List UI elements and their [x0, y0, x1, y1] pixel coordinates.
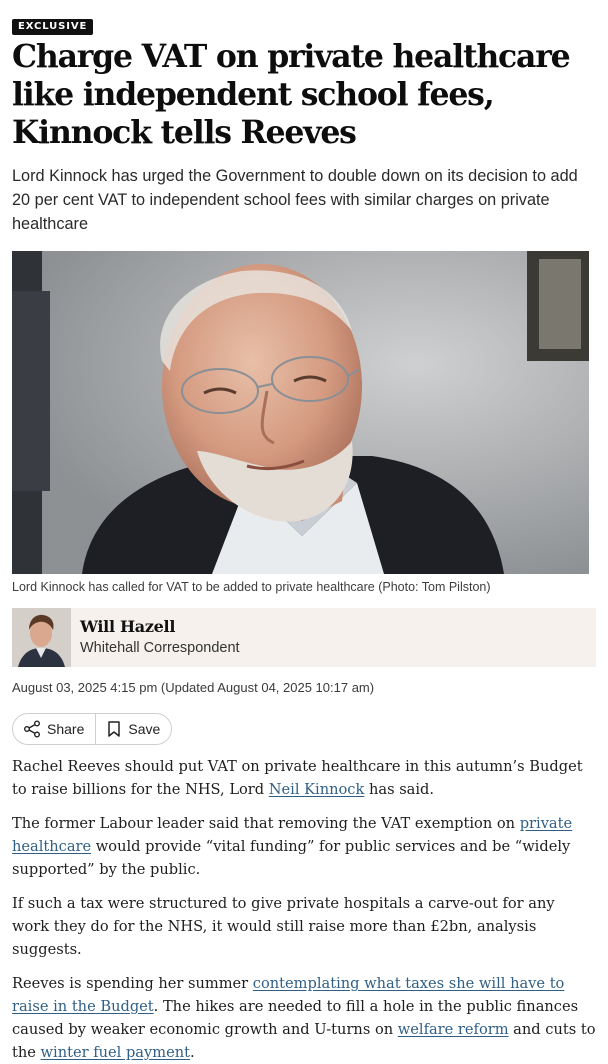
link-welfare-reform[interactable]: welfare reform [398, 1021, 509, 1038]
author-avatar[interactable] [12, 608, 71, 667]
author-card[interactable]: Will Hazell Whitehall Correspondent [12, 608, 596, 667]
link-winter-fuel-payment[interactable]: winter fuel payment [41, 1044, 190, 1061]
text: Reeves is spending her summer [12, 975, 253, 992]
body-paragraph-2: The former Labour leader said that remov… [12, 812, 596, 881]
text: has said. [364, 781, 435, 798]
share-label: Share [47, 721, 85, 737]
article: EXCLUSIVE Charge VAT on private healthca… [0, 0, 608, 1064]
body-paragraph-3: If such a tax were structured to give pr… [12, 895, 555, 958]
article-headline: Charge VAT on private healthcare like in… [12, 38, 571, 151]
save-label: Save [128, 721, 161, 737]
body-paragraph-1: Rachel Reeves should put VAT on private … [12, 755, 596, 801]
article-standfirst: Lord Kinnock has urged the Government to… [12, 167, 578, 233]
exclusive-badge: EXCLUSIVE [12, 19, 94, 35]
share-button[interactable]: Share [13, 714, 95, 744]
photo-caption: Lord Kinnock has called for VAT to be ad… [12, 580, 491, 594]
text: The former Labour leader said that remov… [12, 815, 520, 832]
link-neil-kinnock[interactable]: Neil Kinnock [269, 781, 365, 798]
portrait-illustration [12, 251, 589, 574]
save-button[interactable]: Save [95, 714, 171, 744]
share-icon [24, 720, 40, 738]
lead-photo [12, 251, 589, 574]
bookmark-icon [108, 721, 121, 737]
author-role: Whitehall Correspondent [80, 640, 240, 656]
dateline: August 03, 2025 4:15 pm (Updated August … [12, 680, 375, 695]
author-name[interactable]: Will Hazell [80, 617, 175, 636]
author-avatar-illustration [12, 608, 71, 667]
text: would provide “vital funding” for public… [12, 838, 571, 878]
share-save-bar: Share Save [12, 713, 173, 745]
body-paragraph-4: Reeves is spending her summer contemplat… [12, 972, 596, 1064]
text: . [190, 1044, 195, 1061]
